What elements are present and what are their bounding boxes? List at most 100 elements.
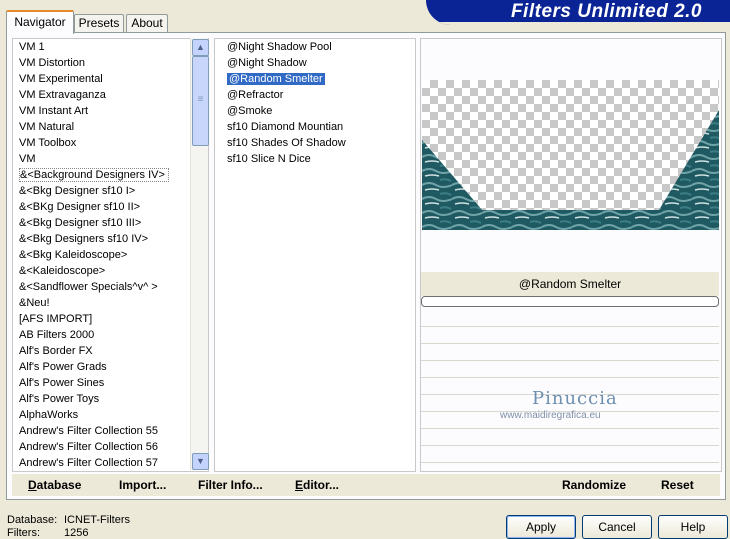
help-button[interactable]: Help	[658, 515, 728, 539]
category-item[interactable]: Alf's Power Toys	[13, 391, 208, 407]
category-label: &<Bkg Designers sf10 IV>	[19, 233, 149, 245]
filter-item[interactable]: @Refractor	[215, 87, 415, 103]
category-label: AB Filters 2000	[19, 329, 95, 341]
category-item[interactable]: Alf's Border FX	[13, 343, 208, 359]
category-item[interactable]: VM Instant Art	[13, 103, 208, 119]
category-label: Alf's Power Grads	[19, 361, 107, 373]
category-item[interactable]: AB Filters 2000	[13, 327, 208, 343]
category-item[interactable]: VM Natural	[13, 119, 208, 135]
database-status: Database: ICNET-Filters	[7, 514, 130, 526]
category-item[interactable]: VM Distortion	[13, 55, 208, 71]
category-label: AlphaWorks	[19, 409, 79, 421]
category-label: VM 1	[19, 41, 45, 53]
parameter-row[interactable]	[421, 361, 719, 378]
title-banner: Filters Unlimited 2.0	[426, 0, 730, 25]
category-item[interactable]: VM Experimental	[13, 71, 208, 87]
category-label: &<Bkg Designer sf10 III>	[19, 217, 142, 229]
filter-info-button[interactable]: Filter Info...	[198, 474, 263, 496]
category-label: &<Kaleidoscope>	[19, 265, 106, 277]
category-item[interactable]: VM Toolbox	[13, 135, 208, 151]
category-label: Andrew's Filter Collection 56	[19, 441, 159, 453]
category-label: Andrew's Filter Collection 57	[19, 457, 159, 469]
category-item[interactable]: &<Bkg Designer sf10 I>	[13, 183, 208, 199]
filter-label: @Night Shadow	[227, 57, 307, 69]
category-label: &<Background Designers IV>	[19, 168, 169, 182]
category-item[interactable]: &<Bkg Kaleidoscope>	[13, 247, 208, 263]
database-label: Database:	[7, 514, 58, 526]
parameter-row[interactable]	[421, 327, 719, 344]
category-item[interactable]: [AFS IMPORT]	[13, 311, 208, 327]
filter-item[interactable]: sf10 Shades Of Shadow	[215, 135, 415, 151]
preview-artwork	[422, 110, 719, 230]
category-label: Alf's Border FX	[19, 345, 93, 357]
filters-status: Filters: 1256	[7, 527, 88, 539]
filters-label: Filters:	[7, 527, 40, 539]
filter-label: @Night Shadow Pool	[227, 41, 332, 53]
category-item[interactable]: &<BKg Designer sf10 II>	[13, 199, 208, 215]
category-item[interactable]: &<Background Designers IV>	[13, 167, 208, 183]
reset-button[interactable]: Reset	[661, 474, 694, 496]
category-item[interactable]: &Neu!	[13, 295, 208, 311]
cancel-button[interactable]: Cancel	[582, 515, 652, 539]
category-list[interactable]: VM 1 VM Distortion VM Experimental VM Extra…	[12, 38, 209, 472]
filter-label: sf10 Slice N Dice	[227, 153, 311, 165]
category-label: [AFS IMPORT]	[19, 313, 93, 325]
category-item[interactable]: Alf's Power Sines	[13, 375, 208, 391]
tab-about[interactable]: About	[126, 14, 168, 32]
category-scrollbar[interactable]: ▲ ≡ ▼	[190, 38, 209, 470]
scroll-thumb[interactable]: ≡	[192, 56, 209, 146]
grip-icon: ≡	[197, 94, 204, 105]
category-item[interactable]: &<Kaleidoscope>	[13, 263, 208, 279]
import-button[interactable]: Import...	[119, 474, 166, 496]
category-item[interactable]: Andrew's Filter Collection 55	[13, 423, 208, 439]
category-label: &<Bkg Designer sf10 I>	[19, 185, 136, 197]
filter-label: @Smoke	[227, 105, 273, 117]
filter-item[interactable]: @Smoke	[215, 103, 415, 119]
category-label: &<BKg Designer sf10 II>	[19, 201, 141, 213]
category-item[interactable]: AlphaWorks	[13, 407, 208, 423]
category-item[interactable]: VM	[13, 151, 208, 167]
filters-count: 1256	[64, 527, 89, 539]
scroll-down-icon[interactable]: ▼	[192, 453, 209, 470]
category-label: Andrew's Filter Collection 55	[19, 425, 159, 437]
filter-label: @Random Smelter	[227, 73, 325, 85]
progress-bar	[421, 296, 719, 307]
filter-item[interactable]: @Night Shadow Pool	[215, 39, 415, 55]
category-label: VM Distortion	[19, 57, 86, 69]
category-item[interactable]: &<Bkg Designer sf10 III>	[13, 215, 208, 231]
category-label: &<Sandflower Specials^v^ >	[19, 281, 158, 293]
scroll-up-icon[interactable]: ▲	[192, 39, 209, 56]
filter-list[interactable]: @Night Shadow Pool @Night Shadow @Random S…	[214, 38, 416, 472]
filter-item[interactable]: @Night Shadow	[215, 55, 415, 71]
parameter-row[interactable]	[421, 429, 719, 446]
category-label: VM Instant Art	[19, 105, 89, 117]
filter-item[interactable]: sf10 Diamond Mountian	[215, 119, 415, 135]
category-item[interactable]: Andrew's Filter Collection 57	[13, 455, 208, 471]
category-item[interactable]: &<Bkg Designers sf10 IV>	[13, 231, 208, 247]
category-item[interactable]: Andrew's Filter Collection 56	[13, 439, 208, 455]
category-label: VM Natural	[19, 121, 75, 133]
parameter-row[interactable]	[421, 446, 719, 463]
filter-label: sf10 Diamond Mountian	[227, 121, 344, 133]
filter-item[interactable]: @Random Smelter	[215, 71, 415, 87]
category-item[interactable]: VM 1	[13, 39, 208, 55]
preview-image	[422, 80, 719, 230]
parameter-row[interactable]	[421, 310, 719, 327]
category-label: Alf's Power Toys	[19, 393, 100, 405]
apply-button[interactable]: Apply	[506, 515, 576, 539]
editor-button[interactable]: Editor...	[295, 474, 339, 496]
randomize-button[interactable]: Randomize	[562, 474, 626, 496]
category-item[interactable]: VM Extravaganza	[13, 87, 208, 103]
parameter-row[interactable]	[421, 344, 719, 361]
filter-label: @Refractor	[227, 89, 284, 101]
category-item[interactable]: &<Sandflower Specials^v^ >	[13, 279, 208, 295]
tab-navigator[interactable]: Navigator	[6, 10, 74, 34]
filter-item[interactable]: sf10 Slice N Dice	[215, 151, 415, 167]
category-label: VM Extravaganza	[19, 89, 106, 101]
category-label: &<Bkg Kaleidoscope>	[19, 249, 128, 261]
tab-presets[interactable]: Presets	[74, 14, 124, 32]
selected-filter-name: @Random Smelter	[421, 272, 719, 296]
database-button[interactable]: Database	[28, 474, 81, 496]
toolbar: Database Import... Filter Info... Editor…	[12, 474, 720, 496]
category-item[interactable]: Alf's Power Grads	[13, 359, 208, 375]
